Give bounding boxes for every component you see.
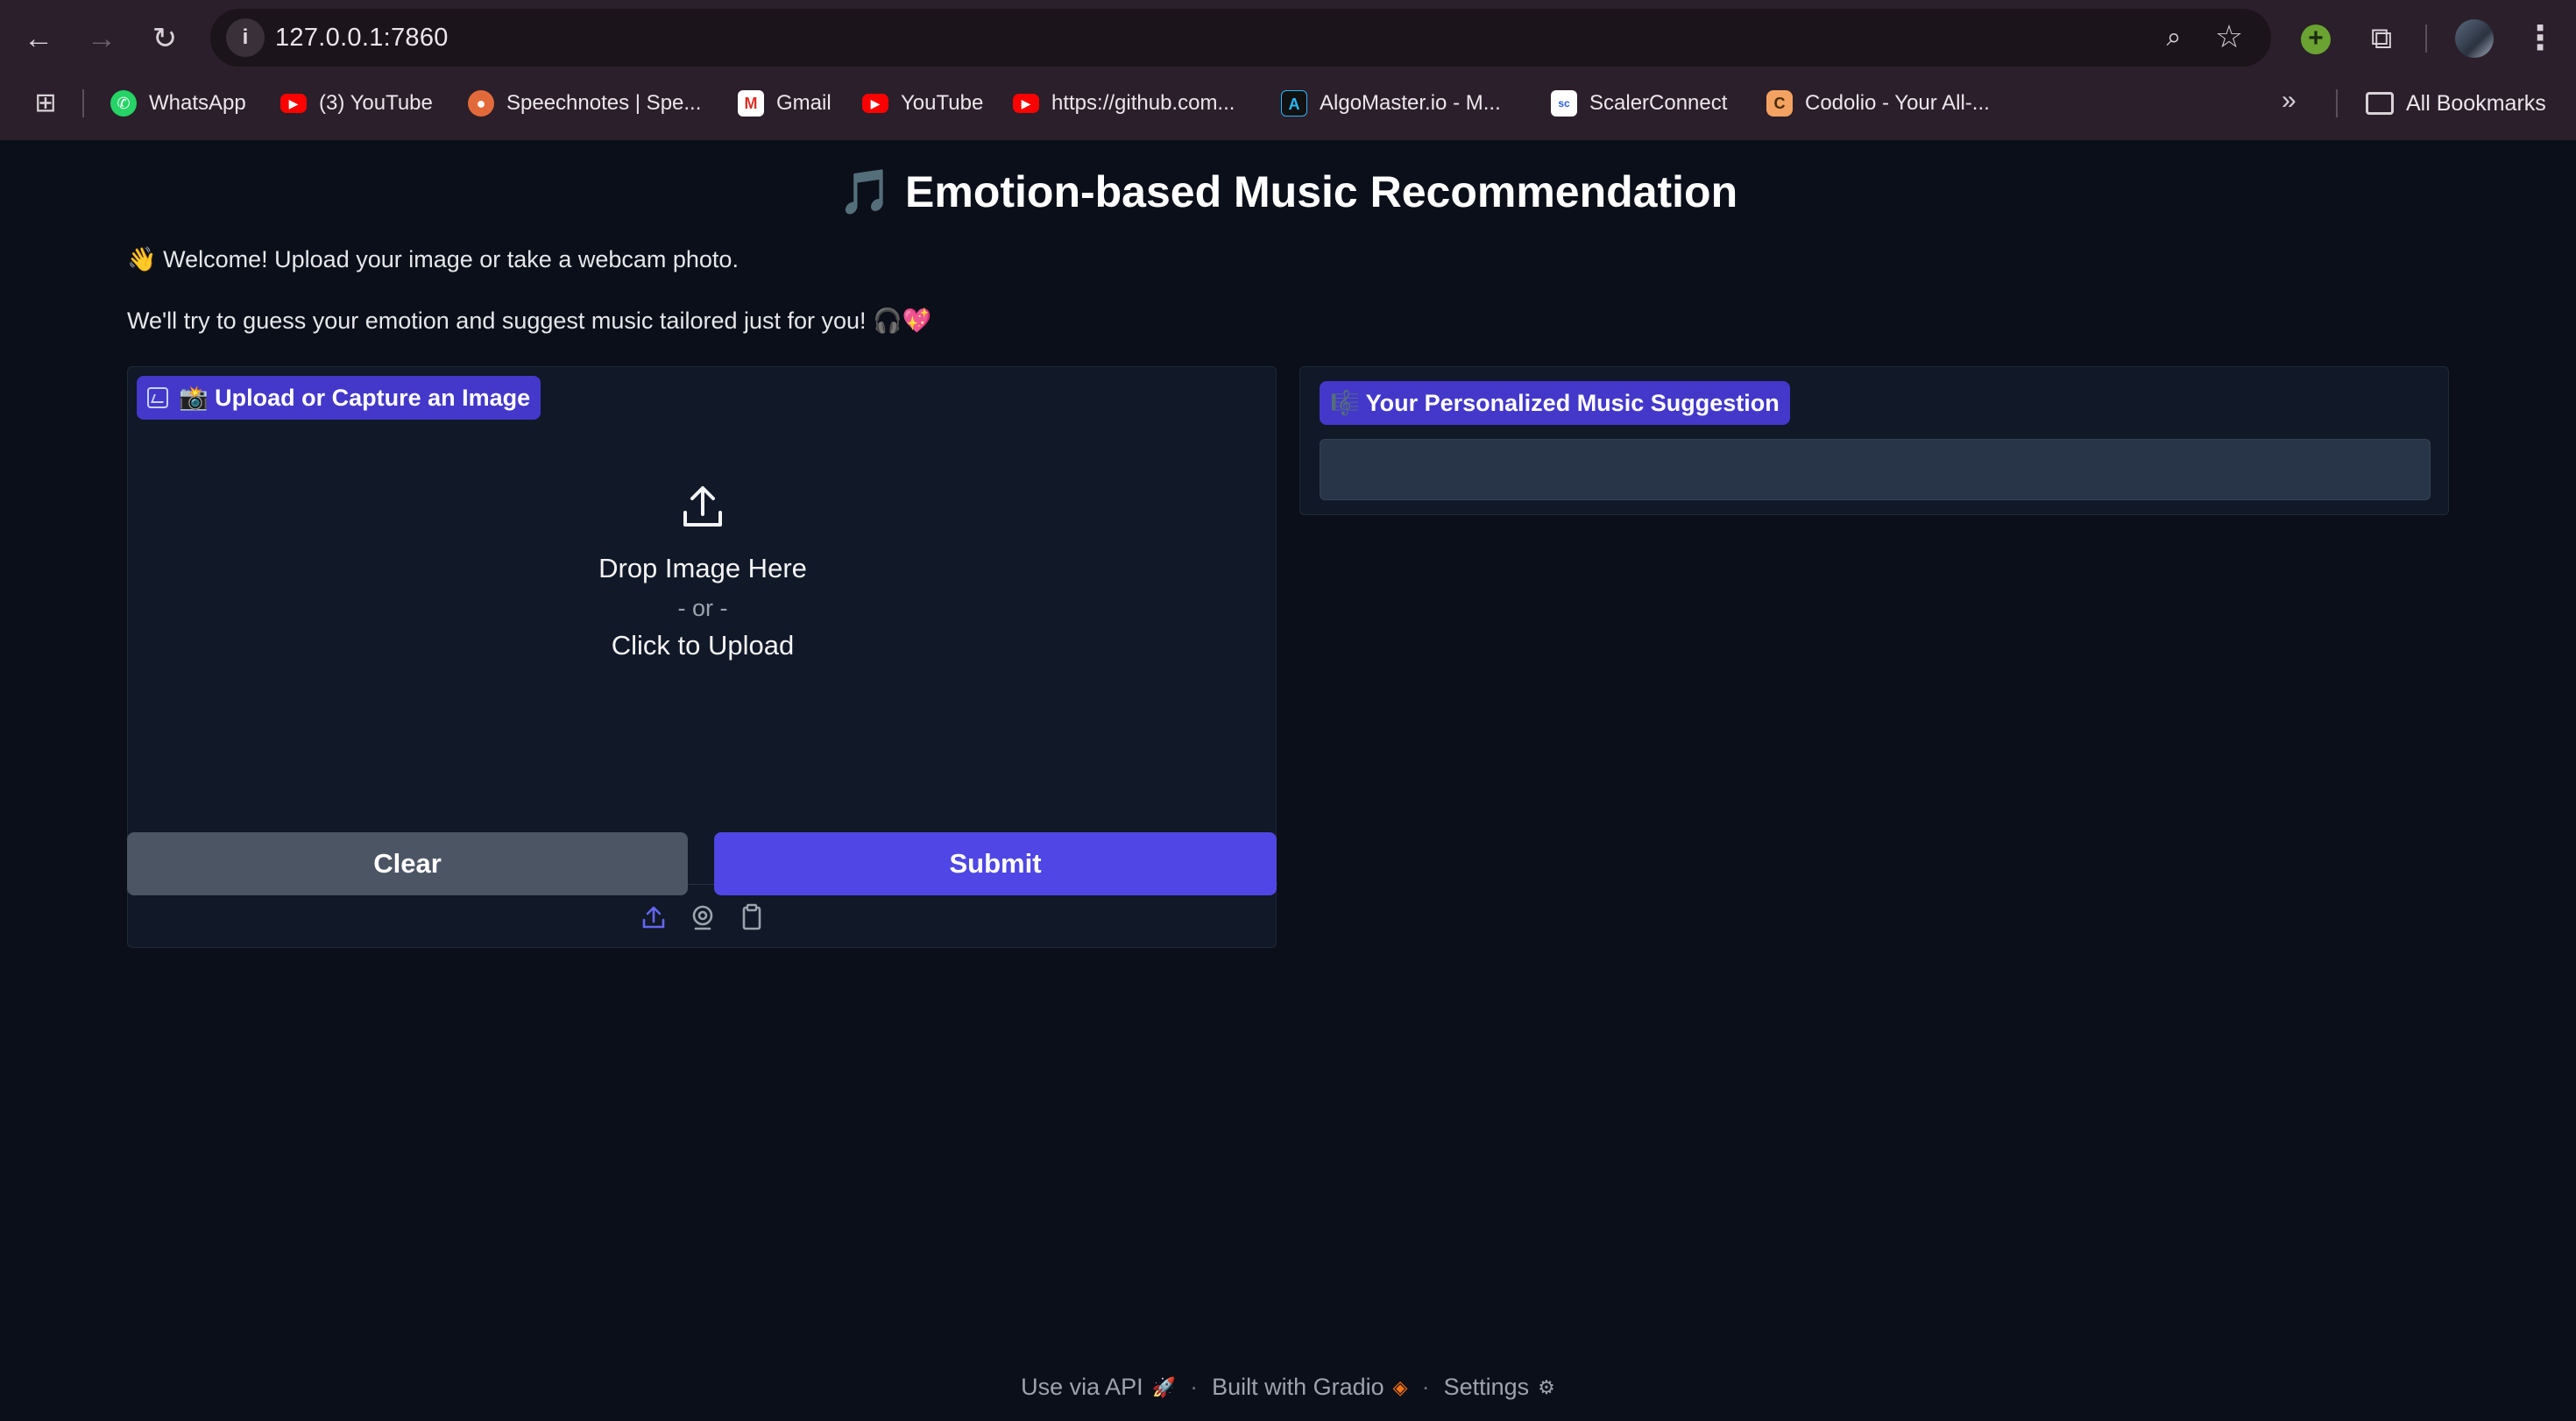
folder-icon [2366, 92, 2394, 115]
algomaster-icon: A [1281, 90, 1307, 117]
browser-chrome: ← → ↻ i 127.0.0.1:7860 ⌕ ☆ + ⧉ ⋮ ⊞ ✆ Wha… [0, 0, 2576, 140]
footer-separator: · [1190, 1374, 1199, 1400]
use-via-api-link[interactable]: Use via API 🚀 [1021, 1374, 1176, 1401]
image-input-label: 📸 Upload or Capture an Image [137, 376, 541, 420]
codolio-icon: C [1766, 90, 1793, 117]
bookmark-scalerconnect[interactable]: sc ScalerConnect [1551, 84, 1727, 123]
page-title: 🎵 Emotion-based Music Recommendation [838, 167, 1738, 216]
settings-link[interactable]: Settings ⚙ [1444, 1374, 1555, 1401]
submit-button[interactable]: Submit [714, 832, 1277, 895]
bookmark-youtube-3[interactable]: ▶ (3) YouTube [280, 84, 433, 123]
bookmark-label: WhatsApp [149, 91, 246, 115]
url-text[interactable]: 127.0.0.1:7860 [275, 24, 449, 53]
bookmarks-divider [2336, 89, 2338, 117]
all-bookmarks-label: All Bookmarks [2406, 90, 2546, 116]
gradio-app: 🎵 Emotion-based Music Recommendation 👋 W… [0, 140, 2576, 1421]
bookmark-label: YouTube [901, 91, 984, 115]
intro-description: We'll try to guess your emotion and sugg… [127, 308, 932, 334]
bookmark-label: Codolio - Your All-... [1805, 91, 1990, 115]
upload-arrow-icon [683, 486, 722, 527]
built-with-gradio-label: Built with Gradio [1212, 1374, 1384, 1400]
toolbar-divider [2425, 25, 2427, 53]
youtube-icon: ▶ [862, 94, 888, 113]
gradio-footer: Use via API 🚀 · Built with Gradio ◈ · Se… [0, 1374, 2576, 1401]
bookmark-label: AlgoMaster.io - M... [1320, 91, 1501, 115]
bookmark-whatsapp[interactable]: ✆ WhatsApp [110, 84, 246, 123]
bookmark-label: https://github.com... [1051, 91, 1235, 115]
forward-icon[interactable]: → [81, 18, 123, 60]
clear-button[interactable]: Clear [127, 832, 688, 895]
reload-icon[interactable]: ↻ [144, 18, 186, 60]
click-to-upload-text: Click to Upload [611, 630, 795, 661]
music-suggestion-label-text: 🎼 Your Personalized Music Suggestion [1330, 390, 1780, 416]
clipboard-icon[interactable] [737, 902, 767, 932]
zoom-icon[interactable]: ⌕ [2157, 21, 2190, 54]
bookmark-star-icon[interactable]: ☆ [2212, 19, 2247, 54]
built-with-gradio-link[interactable]: Built with Gradio ◈ [1212, 1374, 1408, 1401]
bookmark-codolio[interactable]: C Codolio - Your All-... [1766, 84, 1990, 123]
youtube-icon: ▶ [1013, 94, 1039, 113]
or-separator-text: - or - [677, 595, 728, 621]
gear-icon: ⚙ [1538, 1375, 1555, 1398]
browser-menu-icon[interactable]: ⋮ [2523, 18, 2557, 60]
music-suggestion-output[interactable] [1320, 439, 2431, 500]
intro-welcome: 👋 Welcome! Upload your image or take a w… [127, 246, 739, 272]
rocket-icon: 🚀 [1151, 1375, 1177, 1398]
music-suggestion-panel: 🎼 Your Personalized Music Suggestion [1299, 366, 2449, 515]
extensions-puzzle-icon[interactable]: ⧉ [2362, 19, 2401, 58]
profile-avatar[interactable] [2455, 19, 2494, 58]
browser-toolbar: ← → ↻ i 127.0.0.1:7860 ⌕ ☆ + ⧉ ⋮ [0, 0, 2576, 77]
youtube-icon: ▶ [280, 94, 307, 113]
speechnotes-icon: ● [468, 90, 494, 117]
scaler-icon: sc [1551, 90, 1577, 117]
back-icon[interactable]: ← [18, 18, 60, 60]
bookmark-label: ScalerConnect [1589, 91, 1728, 115]
all-bookmarks-button[interactable]: All Bookmarks [2366, 84, 2546, 123]
bookmark-label: Gmail [776, 91, 832, 115]
bookmark-algomaster[interactable]: A AlgoMaster.io - M... [1281, 84, 1501, 123]
gradio-logo-icon: ◈ [1392, 1375, 1408, 1398]
site-info-icon[interactable]: i [226, 18, 265, 57]
bookmark-gmail[interactable]: M Gmail [738, 84, 832, 123]
image-icon [147, 387, 168, 408]
bookmark-github[interactable]: ▶ https://github.com... [1013, 84, 1235, 123]
footer-separator: · [1421, 1374, 1430, 1400]
music-suggestion-label: 🎼 Your Personalized Music Suggestion [1320, 381, 1790, 425]
more-bookmarks-icon[interactable]: » [2282, 86, 2296, 116]
whatsapp-icon: ✆ [110, 90, 137, 117]
upload-icon[interactable] [639, 902, 669, 932]
extension-plus-icon[interactable]: + [2301, 25, 2331, 54]
settings-label: Settings [1443, 1374, 1530, 1400]
bookmark-label: (3) YouTube [319, 91, 433, 115]
drop-image-text: Drop Image Here [598, 553, 807, 583]
bookmarks-divider [82, 89, 84, 117]
image-input-label-text: 📸 Upload or Capture an Image [179, 385, 531, 411]
image-dropzone[interactable]: Drop Image Here - or - Click to Upload [128, 428, 1277, 882]
gmail-icon: M [738, 90, 764, 117]
bookmark-speechnotes[interactable]: ● Speechnotes | Spe... [468, 84, 701, 123]
bookmark-label: Speechnotes | Spe... [506, 91, 702, 115]
bookmarks-bar: ⊞ ✆ WhatsApp ▶ (3) YouTube ● Speechnotes… [0, 84, 2576, 123]
address-bar[interactable]: i 127.0.0.1:7860 ⌕ ☆ [210, 9, 2271, 67]
apps-grid-icon[interactable]: ⊞ [30, 88, 61, 119]
use-via-api-label: Use via API [1021, 1374, 1143, 1400]
bookmark-youtube[interactable]: ▶ YouTube [862, 84, 983, 123]
webcam-icon[interactable] [688, 902, 718, 932]
